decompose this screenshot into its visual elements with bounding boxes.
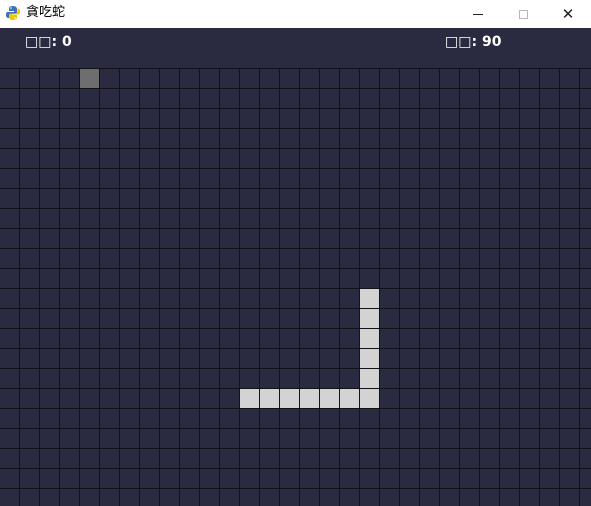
close-button[interactable]: ✕ (545, 0, 591, 28)
snake-segment (360, 349, 379, 368)
speed-value: 90 (481, 34, 502, 50)
snake-segment (260, 389, 279, 408)
speed-label: □□ (445, 34, 472, 50)
food (80, 69, 99, 88)
score-label: □□ (25, 34, 52, 50)
snake-segment (360, 309, 379, 328)
minimize-button[interactable] (455, 0, 501, 28)
snake-segment (360, 389, 379, 408)
minimize-icon (473, 13, 483, 15)
game-window: 貪吃蛇 ✕ □□: 0 □□: 90 (0, 0, 591, 506)
score-value: 0 (61, 34, 72, 50)
game-board[interactable] (0, 68, 591, 506)
window-title: 貪吃蛇 (26, 5, 66, 20)
snake-segment (360, 329, 379, 348)
snake-segment (340, 389, 359, 408)
snake-segment (280, 389, 299, 408)
snake-segment (360, 369, 379, 388)
maximize-button[interactable] (500, 0, 546, 28)
close-icon: ✕ (561, 4, 575, 23)
snake-head (360, 289, 379, 308)
snake-segment (300, 389, 319, 408)
title-bar[interactable]: 貪吃蛇 ✕ (0, 0, 591, 28)
board-background (0, 68, 591, 506)
hud-bar: □□: 0 □□: 90 (0, 28, 591, 68)
score-display: □□: 0 (25, 34, 72, 50)
maximize-icon (518, 9, 528, 19)
snake-segment (320, 389, 339, 408)
speed-display: □□: 90 (445, 34, 502, 50)
python-snake-icon (6, 6, 20, 20)
snake-segment (240, 389, 259, 408)
